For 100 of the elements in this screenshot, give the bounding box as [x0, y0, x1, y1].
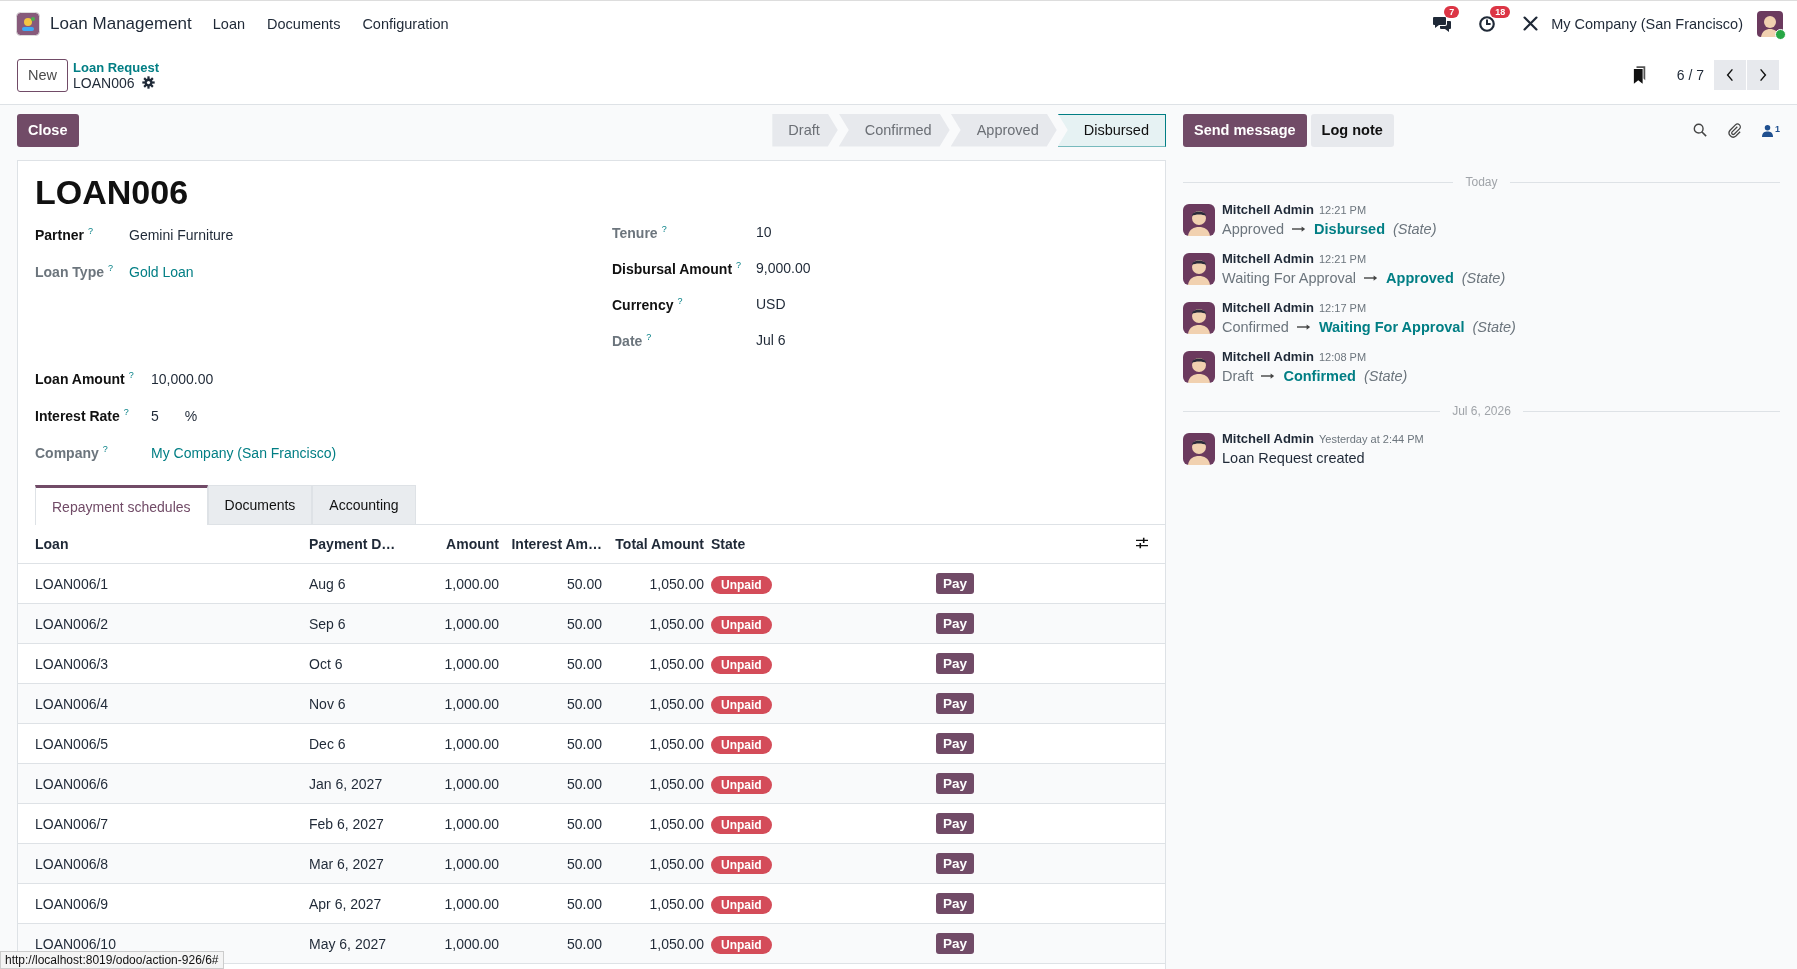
send-message-button[interactable]: Send message [1183, 113, 1307, 147]
new-value: Confirmed [1283, 368, 1356, 384]
arrow-icon [1292, 225, 1307, 233]
menu-item[interactable]: Configuration [362, 15, 449, 32]
status-badge: Unpaid [711, 575, 772, 594]
table-cell: 50.00 [499, 723, 602, 764]
link-url-tooltip: http://localhost:8019/odoo/action-926/6# [0, 951, 224, 969]
bookmark-icon[interactable] [1632, 66, 1647, 84]
gear-icon[interactable] [141, 76, 155, 89]
search-icon[interactable] [1693, 123, 1707, 137]
field-value: 5 [151, 407, 159, 424]
column-header[interactable]: Payment D… [309, 525, 409, 564]
table-cell: LOAN006/6 [18, 763, 309, 804]
status-step[interactable]: Disbursed [1057, 113, 1166, 147]
field-value: 10,000.00 [151, 370, 214, 387]
app-logo-icon[interactable] [16, 11, 40, 36]
pay-button[interactable]: Pay [936, 733, 975, 754]
menu-item[interactable]: Documents [267, 15, 341, 32]
table-cell: 1,050.00 [602, 923, 704, 964]
notebook-tab[interactable]: Documents [207, 485, 313, 524]
notebook-tab[interactable]: Repayment schedules [35, 485, 208, 525]
status-badge: Unpaid [711, 775, 772, 794]
paperclip-icon[interactable] [1727, 122, 1742, 138]
table-cell: Apr 6, 2027 [309, 883, 409, 924]
notebook-tab[interactable]: Accounting [312, 485, 416, 524]
pay-button[interactable]: Pay [936, 613, 975, 634]
status-badge: Unpaid [711, 695, 772, 714]
arrow-icon [1261, 372, 1276, 380]
app-name[interactable]: Loan Management [50, 13, 192, 34]
message-author: Mitchell Admin [1222, 251, 1314, 266]
pay-button[interactable]: Pay [936, 653, 975, 674]
tracked-field: (State) [1363, 368, 1408, 384]
message-time: 12:17 PM [1318, 302, 1367, 314]
author-avatar [1183, 351, 1215, 383]
column-header[interactable]: Loan [18, 525, 309, 564]
old-value: Confirmed [1222, 319, 1289, 335]
close-button[interactable]: Close [17, 113, 79, 147]
field-value: Gemini Furniture [129, 226, 234, 243]
column-settings-icon[interactable] [1135, 537, 1149, 549]
chat-icon[interactable] [1432, 14, 1453, 33]
table-cell: LOAN006/4 [18, 683, 309, 724]
date-separator: Today [1464, 175, 1499, 189]
column-header[interactable]: Amount [409, 525, 499, 564]
table-cell: 1,000.00 [409, 763, 499, 804]
message-author: Mitchell Admin [1222, 349, 1314, 364]
table-cell: 1,050.00 [602, 883, 704, 924]
table-cell: Aug 6 [309, 563, 409, 604]
column-header[interactable]: Interest Am… [499, 525, 602, 564]
field-value-link[interactable]: Gold Loan [129, 263, 194, 280]
status-step[interactable]: Approved [950, 113, 1057, 147]
status-badge: Unpaid [711, 855, 772, 874]
table-cell: 1,000.00 [409, 843, 499, 884]
table-cell: LOAN006/7 [18, 803, 309, 844]
message-time: 12:08 PM [1318, 351, 1367, 363]
table-cell: 1,050.00 [602, 723, 704, 764]
pay-button[interactable]: Pay [936, 893, 975, 914]
pay-button[interactable]: Pay [936, 693, 975, 714]
new-button[interactable]: New [17, 58, 68, 92]
followers-button[interactable]: 1 [1762, 123, 1780, 137]
next-button[interactable] [1747, 60, 1779, 90]
status-step[interactable]: Confirmed [838, 113, 950, 147]
table-cell: 1,000.00 [409, 603, 499, 644]
pay-button[interactable]: Pay [936, 573, 975, 594]
table-cell: 1,050.00 [602, 643, 704, 684]
table-cell: LOAN006/8 [18, 843, 309, 884]
field-label: Interest Rate $^{?}$ [35, 407, 130, 424]
table-cell: 1,050.00 [602, 563, 704, 604]
field-value: 9,000.00 [756, 260, 811, 276]
table-cell: LOAN006/2 [18, 603, 309, 644]
table-cell: 1,000.00 [409, 683, 499, 724]
table-cell: Jan 6, 2027 [309, 763, 409, 804]
menu-item[interactable]: Loan [212, 15, 246, 32]
field-value-link[interactable]: My Company (San Francisco) [151, 444, 337, 461]
table-cell: Sep 6 [309, 603, 409, 644]
field-label: Currency $^{?}$ [612, 295, 684, 313]
table-cell: Nov 6 [309, 683, 409, 724]
log-note-button[interactable]: Log note [1310, 113, 1394, 147]
status-badge: Unpaid [711, 815, 772, 834]
user-avatar[interactable] [1757, 10, 1783, 37]
column-header[interactable]: State [704, 525, 936, 564]
pay-button[interactable]: Pay [936, 853, 975, 874]
table-cell: 1,000.00 [409, 923, 499, 964]
field-label: Company $^{?}$ [35, 444, 109, 461]
column-header[interactable]: Total Amount [602, 525, 704, 564]
previous-button[interactable] [1714, 60, 1746, 90]
pay-button[interactable]: Pay [936, 773, 975, 794]
pay-button[interactable]: Pay [936, 813, 975, 834]
pager-value: 6 / 7 [1676, 67, 1704, 83]
record-name: LOAN006 [73, 74, 135, 91]
old-value: Waiting For Approval [1222, 270, 1357, 286]
table-cell: 50.00 [499, 683, 602, 724]
table-cell: 1,000.00 [409, 643, 499, 684]
status-badge: Unpaid [711, 615, 772, 634]
table-cell: 1,000.00 [409, 563, 499, 604]
pay-button[interactable]: Pay [936, 933, 975, 954]
company-switcher[interactable]: My Company (San Francisco) [1551, 15, 1743, 32]
clock-icon[interactable] [1478, 14, 1497, 33]
table-cell: 1,000.00 [409, 883, 499, 924]
breadcrumb-link[interactable]: Loan Request [73, 59, 159, 75]
status-step[interactable]: Draft [772, 113, 838, 147]
